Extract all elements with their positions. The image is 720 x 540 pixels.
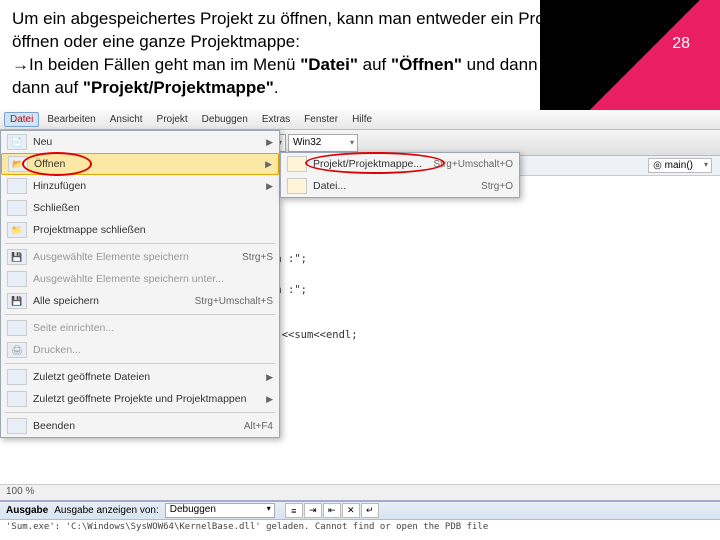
member-dropdown[interactable]: ◎ main(): [648, 158, 712, 173]
save-icon: 💾: [7, 249, 27, 265]
menu-seite-einrichten: Seite einrichten...: [1, 317, 279, 339]
recent-proj-icon: [7, 391, 27, 407]
platform-combo[interactable]: Win32: [288, 134, 358, 152]
close-icon: [7, 200, 27, 216]
slide-number: 28: [672, 35, 690, 53]
exit-icon: [7, 418, 27, 434]
separator: [5, 314, 275, 315]
status-bar: 100 %: [0, 484, 720, 500]
output-btn-clear[interactable]: ✕: [342, 503, 360, 518]
menu-speichern: 💾Ausgewählte Elemente speichernStrg+S: [1, 246, 279, 268]
menu-bearbeiten[interactable]: Bearbeiten: [41, 112, 101, 127]
menu-recent-files[interactable]: Zuletzt geöffnete Dateien▶: [1, 366, 279, 388]
output-text[interactable]: 'Sum.exe': 'C:\Windows\SysWOW64\KernelBa…: [0, 520, 720, 535]
slide-header: 28 Um ein abgespeichertes Projekt zu öff…: [0, 0, 720, 110]
add-icon: [7, 178, 27, 194]
submenu-datei[interactable]: Datei...Strg+O: [281, 175, 519, 197]
menu-extras[interactable]: Extras: [256, 112, 296, 127]
menu-neu[interactable]: 📄Neu▶: [1, 131, 279, 153]
menu-drucken: 🖨Drucken...: [1, 339, 279, 361]
recent-icon: [7, 369, 27, 385]
open-icon: 📂: [8, 156, 28, 172]
output-title: Ausgabe: [6, 505, 48, 516]
menu-alle-speichern[interactable]: 💾Alle speichernStrg+Umschalt+S: [1, 290, 279, 312]
pagesetup-icon: [7, 320, 27, 336]
output-header: Ausgabe Ausgabe anzeigen von: Debuggen ≡…: [0, 502, 720, 520]
separator: [5, 243, 275, 244]
submenu-projekt-projektmappe[interactable]: Projekt/Projektmappe...Strg+Umschalt+O: [281, 153, 519, 175]
output-btn-3[interactable]: ⇤: [323, 503, 341, 518]
output-show-label: Ausgabe anzeigen von:: [54, 505, 159, 516]
menu-hilfe[interactable]: Hilfe: [346, 112, 378, 127]
menu-ansicht[interactable]: Ansicht: [104, 112, 149, 127]
file-icon: [287, 178, 307, 194]
zoom-level: 100 %: [6, 486, 34, 497]
file-menu-dropdown: 📄Neu▶ 📂Öffnen▶ Hinzufügen▶ Schließen 📁Pr…: [0, 130, 280, 438]
separator: [5, 363, 275, 364]
project-icon: [287, 156, 307, 172]
menu-recent-projects[interactable]: Zuletzt geöffnete Projekte und Projektma…: [1, 388, 279, 410]
output-panel: Ausgabe Ausgabe anzeigen von: Debuggen ≡…: [0, 500, 720, 540]
menu-oeffnen[interactable]: 📂Öffnen▶: [1, 153, 279, 175]
close-sol-icon: 📁: [7, 222, 27, 238]
menu-hinzufuegen[interactable]: Hinzufügen▶: [1, 175, 279, 197]
menu-fenster[interactable]: Fenster: [298, 112, 344, 127]
slide-text: Um ein abgespeichertes Projekt zu öffnen…: [12, 8, 592, 100]
output-btn-wrap[interactable]: ↵: [361, 503, 379, 518]
menu-speichern-unter: Ausgewählte Elemente speichern unter...: [1, 268, 279, 290]
menubar: Datei Bearbeiten Ansicht Projekt Debugge…: [0, 110, 720, 130]
new-icon: 📄: [7, 134, 27, 150]
output-btn-2[interactable]: ⇥: [304, 503, 322, 518]
output-btn-1[interactable]: ≡: [285, 503, 303, 518]
menu-projektmappe-schliessen[interactable]: 📁Projektmappe schließen: [1, 219, 279, 241]
separator: [5, 412, 275, 413]
menu-beenden[interactable]: BeendenAlt+F4: [1, 415, 279, 437]
saveas-icon: [7, 271, 27, 287]
menu-debuggen[interactable]: Debuggen: [196, 112, 254, 127]
slide-corner-bg: [540, 0, 720, 110]
output-source-combo[interactable]: Debuggen: [165, 503, 275, 518]
menu-datei[interactable]: Datei: [4, 112, 39, 127]
open-submenu: Projekt/Projektmappe...Strg+Umschalt+O D…: [280, 152, 520, 198]
print-icon: 🖨: [7, 342, 27, 358]
menu-projekt[interactable]: Projekt: [151, 112, 194, 127]
ide-window: Datei Bearbeiten Ansicht Projekt Debugge…: [0, 110, 720, 540]
saveall-icon: 💾: [7, 293, 27, 309]
menu-schliessen[interactable]: Schließen: [1, 197, 279, 219]
